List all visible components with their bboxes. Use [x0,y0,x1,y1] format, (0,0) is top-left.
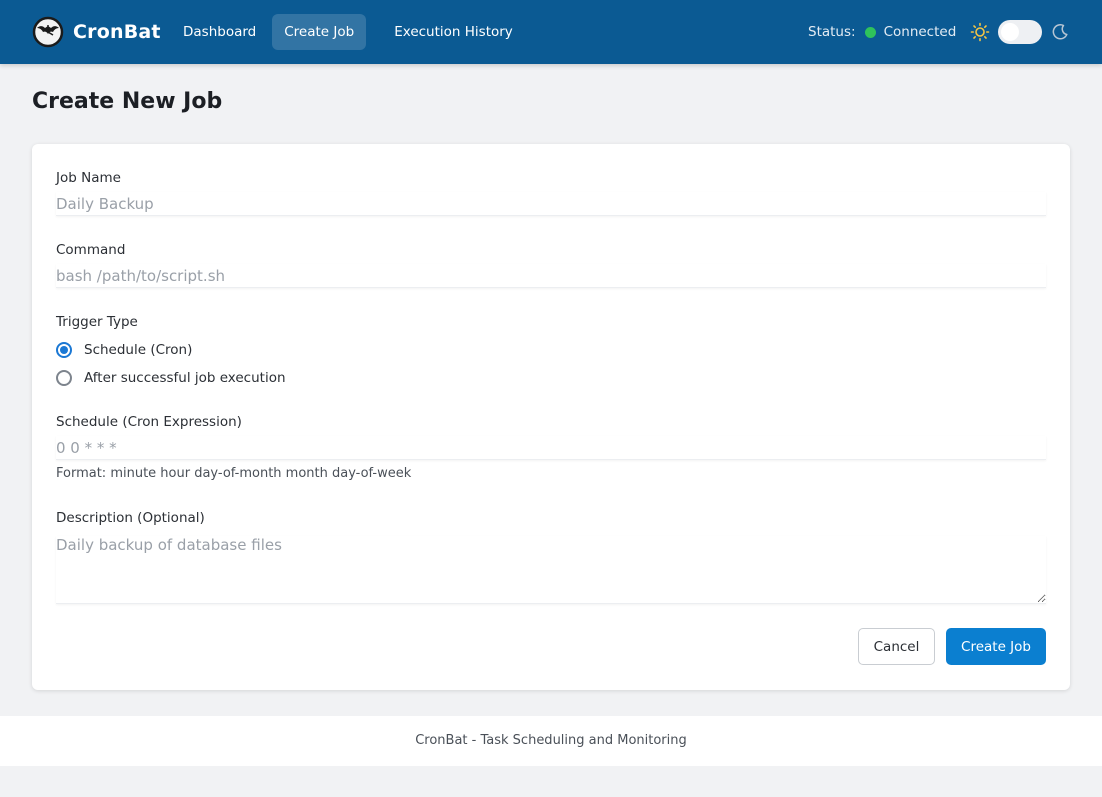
create-job-button[interactable]: Create Job [946,628,1046,665]
status-label: Status: [808,24,856,40]
radio-after-job[interactable] [56,370,72,386]
theme-toggle[interactable] [998,20,1042,44]
nav-dashboard[interactable]: Dashboard [171,14,268,50]
nav-execution-history[interactable]: Execution History [382,14,525,50]
sun-icon [970,22,990,42]
radio-after-job-label: After successful job execution [84,370,286,386]
create-job-form: Job Name Command Trigger Type Schedule (… [32,144,1070,690]
job-name-input[interactable] [56,192,1046,216]
status-value: Connected [883,24,957,40]
command-label: Command [56,242,126,258]
description-label: Description (Optional) [56,510,205,526]
description-textarea[interactable] [56,536,1046,604]
trigger-option-schedule[interactable]: Schedule (Cron) [56,340,192,360]
schedule-label: Schedule (Cron Expression) [56,414,242,430]
main-nav: Dashboard Create Job Execution History [171,14,529,50]
page-title: Create New Job [32,89,223,114]
job-name-label: Job Name [56,170,121,186]
brand[interactable]: CronBat [32,16,161,48]
bat-logo-icon [32,16,64,48]
cancel-button[interactable]: Cancel [858,628,935,665]
top-navbar: CronBat Dashboard Create Job Execution H… [0,0,1102,64]
footer-text: CronBat - Task Scheduling and Monitoring [415,733,687,748]
cron-format-hint: Format: minute hour day-of-month month d… [56,466,412,481]
radio-schedule-label: Schedule (Cron) [84,342,193,358]
trigger-type-label: Trigger Type [56,314,138,330]
brand-name: CronBat [73,21,161,43]
connection-status: Status: Connected [808,22,956,42]
cron-expression-input[interactable] [56,436,1046,460]
command-input[interactable] [56,264,1046,288]
toggle-knob [1001,23,1019,41]
theme-switcher [970,20,1069,44]
trigger-option-after-job[interactable]: After successful job execution [56,368,286,388]
status-dot-icon [864,26,876,38]
nav-create-job[interactable]: Create Job [272,14,367,50]
moon-icon [1052,24,1068,40]
footer: CronBat - Task Scheduling and Monitoring [0,716,1102,766]
radio-schedule[interactable] [56,342,72,358]
